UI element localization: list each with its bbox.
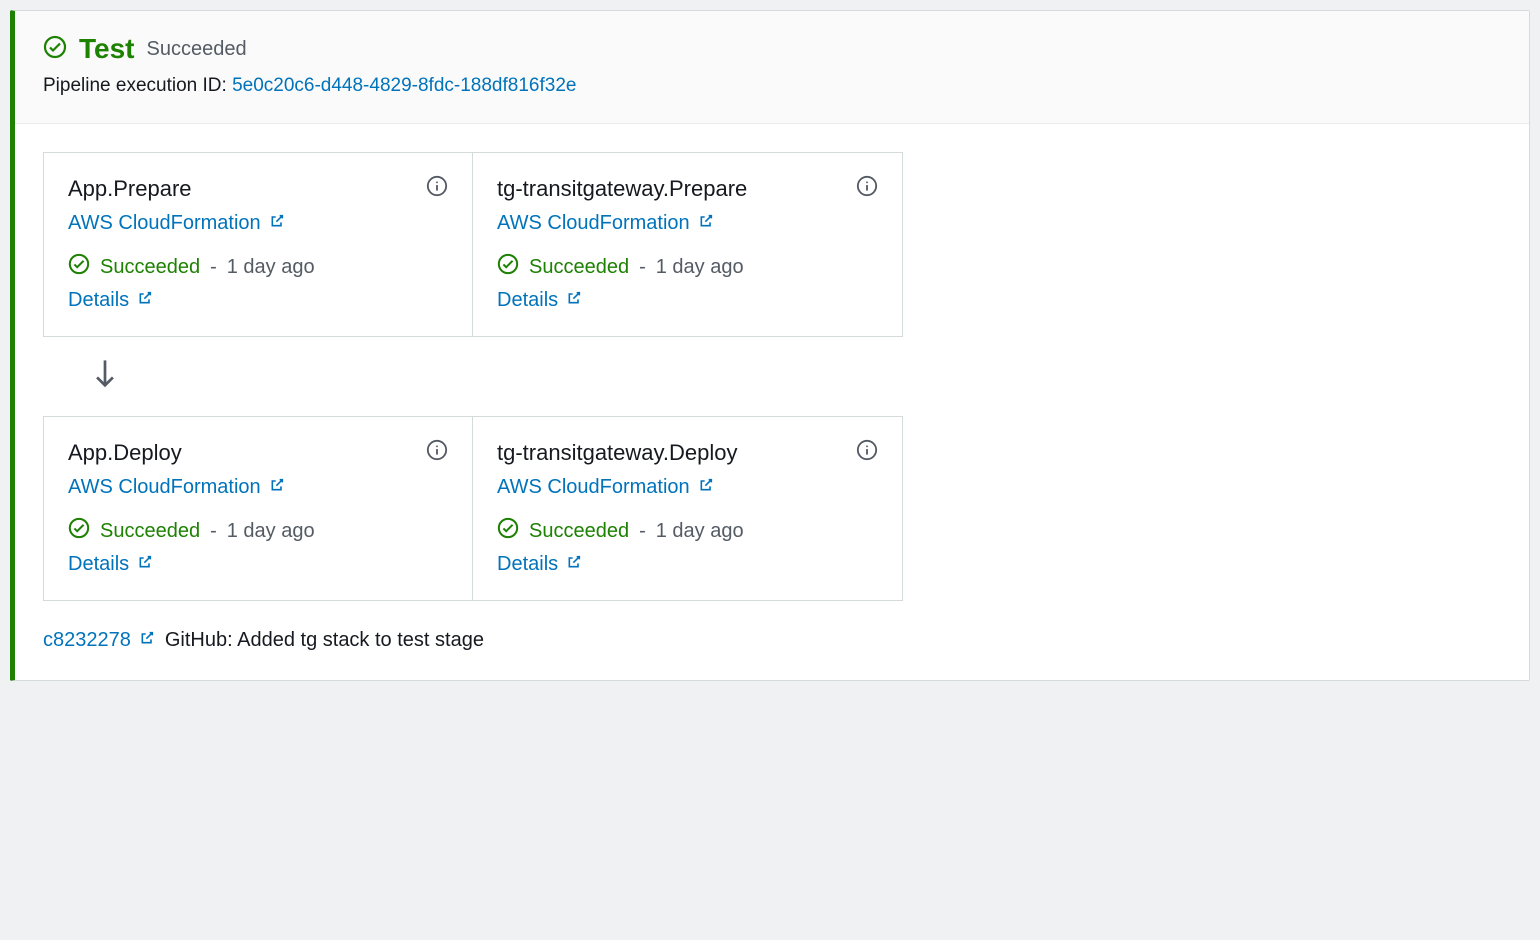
status-text: Succeeded — [100, 256, 200, 279]
commit-hash: c8232278 — [43, 629, 131, 652]
action-title: App.Prepare — [68, 176, 192, 202]
stage-name: Test — [79, 33, 135, 65]
provider-link[interactable]: AWS CloudFormation — [68, 476, 285, 499]
action-title: tg-transitgateway.Prepare — [497, 176, 747, 202]
external-link-icon — [566, 553, 582, 576]
arrow-down-icon — [43, 337, 1501, 416]
details-link[interactable]: Details — [497, 289, 582, 312]
execution-id-row: Pipeline execution ID: 5e0c20c6-d448-482… — [43, 75, 1501, 97]
status-text: Succeeded — [529, 256, 629, 279]
info-icon[interactable] — [856, 175, 878, 202]
provider-link[interactable]: AWS CloudFormation — [497, 476, 714, 499]
commit-message: GitHub: Added tg stack to test stage — [165, 629, 484, 652]
external-link-icon — [269, 476, 285, 499]
commit-link[interactable]: c8232278 — [43, 629, 155, 652]
details-link[interactable]: Details — [497, 553, 582, 576]
status-row: Succeeded - 1 day ago — [497, 517, 878, 545]
status-row: Succeeded - 1 day ago — [68, 517, 448, 545]
success-icon — [497, 253, 519, 281]
status-row: Succeeded - 1 day ago — [497, 253, 878, 281]
status-text: Succeeded — [100, 520, 200, 543]
info-icon[interactable] — [426, 175, 448, 202]
success-icon — [68, 253, 90, 281]
external-link-icon — [269, 212, 285, 235]
details-label: Details — [68, 289, 129, 312]
status-text: Succeeded — [529, 520, 629, 543]
status-time: 1 day ago — [656, 256, 744, 279]
provider-label: AWS CloudFormation — [497, 212, 690, 235]
status-time: 1 day ago — [227, 520, 315, 543]
action-title: App.Deploy — [68, 440, 182, 466]
status-time: 1 day ago — [227, 256, 315, 279]
provider-label: AWS CloudFormation — [68, 476, 261, 499]
status-row: Succeeded - 1 day ago — [68, 253, 448, 281]
action-title: tg-transitgateway.Deploy — [497, 440, 738, 466]
execution-id-label: Pipeline execution ID: — [43, 75, 227, 96]
details-link[interactable]: Details — [68, 553, 153, 576]
status-sep: - — [210, 520, 217, 543]
stage-status: Succeeded — [147, 38, 247, 61]
external-link-icon — [139, 629, 155, 652]
info-icon[interactable] — [856, 439, 878, 466]
success-icon — [68, 517, 90, 545]
action-card-app-deploy: App.Deploy AWS CloudFormation — [43, 416, 473, 601]
info-icon[interactable] — [426, 439, 448, 466]
external-link-icon — [566, 289, 582, 312]
provider-label: AWS CloudFormation — [497, 476, 690, 499]
stage-header: Test Succeeded Pipeline execution ID: 5e… — [15, 11, 1529, 124]
status-sep: - — [639, 256, 646, 279]
stage-panel: Test Succeeded Pipeline execution ID: 5e… — [10, 10, 1530, 681]
action-row: App.Deploy AWS CloudFormation — [43, 416, 1501, 601]
action-card-app-prepare: App.Prepare AWS CloudFormation — [43, 152, 473, 337]
details-label: Details — [497, 553, 558, 576]
stage-title-row: Test Succeeded — [43, 33, 1501, 65]
details-link[interactable]: Details — [68, 289, 153, 312]
external-link-icon — [137, 289, 153, 312]
action-card-tg-deploy: tg-transitgateway.Deploy AWS CloudFormat… — [473, 416, 903, 601]
success-icon — [497, 517, 519, 545]
stage-body: App.Prepare AWS CloudFormation — [15, 124, 1529, 680]
status-sep: - — [210, 256, 217, 279]
action-card-tg-prepare: tg-transitgateway.Prepare AWS CloudForma… — [473, 152, 903, 337]
external-link-icon — [137, 553, 153, 576]
action-row: App.Prepare AWS CloudFormation — [43, 152, 1501, 337]
execution-id-link[interactable]: 5e0c20c6-d448-4829-8fdc-188df816f32e — [232, 75, 576, 96]
status-sep: - — [639, 520, 646, 543]
details-label: Details — [497, 289, 558, 312]
provider-label: AWS CloudFormation — [68, 212, 261, 235]
source-revision-row: c8232278 GitHub: Added tg stack to test … — [43, 629, 1501, 652]
external-link-icon — [698, 476, 714, 499]
success-icon — [43, 35, 67, 64]
status-time: 1 day ago — [656, 520, 744, 543]
details-label: Details — [68, 553, 129, 576]
external-link-icon — [698, 212, 714, 235]
provider-link[interactable]: AWS CloudFormation — [497, 212, 714, 235]
provider-link[interactable]: AWS CloudFormation — [68, 212, 285, 235]
